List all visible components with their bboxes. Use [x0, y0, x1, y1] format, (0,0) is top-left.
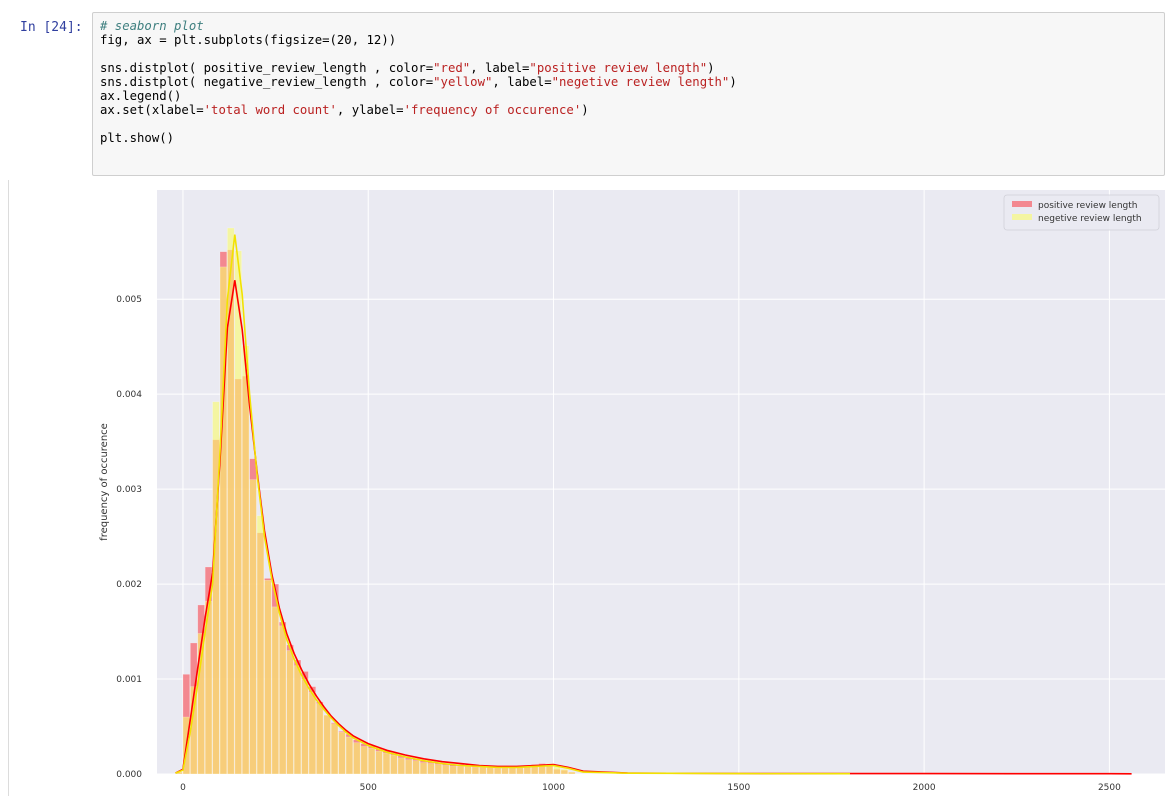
x-tick-label: 0: [180, 783, 186, 793]
code-token: , label=: [470, 61, 529, 75]
y-axis-label: frequency of occurence: [99, 423, 110, 541]
histogram-bar: [487, 767, 494, 774]
y-tick-label: 0.005: [116, 295, 142, 305]
histogram-bar: [561, 769, 568, 774]
x-tick-label: 2000: [913, 783, 936, 793]
histogram-bar: [442, 765, 449, 774]
histogram-bar: [242, 346, 249, 774]
code-line: [100, 117, 737, 131]
x-tick-label: 1500: [727, 783, 750, 793]
y-tick-label: 0.003: [116, 485, 142, 495]
code-token: sns.distplot( negative_review_length , c…: [100, 75, 433, 89]
code-token: ax.legend(): [100, 89, 181, 103]
x-tick-label: 500: [360, 783, 377, 793]
code-token: ): [707, 61, 714, 75]
histogram-bar: [450, 766, 457, 774]
histogram-bar: [472, 767, 479, 774]
histogram-bar: [339, 732, 346, 774]
histogram-bar: [509, 767, 516, 774]
histogram-bar: [235, 251, 242, 774]
code-token: sns.distplot( positive_review_length , c…: [100, 61, 433, 75]
y-tick-label: 0.004: [116, 390, 142, 400]
code-line: ax.set(xlabel='total word count', ylabel…: [100, 103, 737, 117]
legend-label: positive review length: [1038, 201, 1137, 211]
output-area: 0 500 1000 1500 2000 2500 0.000 0.001 0.002 0.003…: [92, 178, 1172, 796]
x-tick-label: 1000: [542, 783, 565, 793]
legend-label: negetive review length: [1038, 214, 1142, 224]
histogram-bar: [264, 580, 271, 774]
histogram-bar: [457, 766, 464, 774]
y-tick-label: 0.000: [116, 770, 142, 780]
histogram-bar: [331, 724, 338, 774]
histogram-bar: [309, 692, 316, 774]
input-prompt: In [24]:: [20, 20, 83, 35]
code-token: "negetive review length": [552, 75, 730, 89]
y-tick-label: 0.001: [116, 675, 142, 685]
histogram-bar: [316, 704, 323, 774]
histogram-bar: [272, 607, 279, 774]
code-token: , ylabel=: [337, 103, 404, 117]
histogram-bar: [213, 402, 220, 774]
histogram-bar: [554, 766, 561, 774]
code-token: "red": [433, 61, 470, 75]
code-line: # seaborn plot: [100, 19, 737, 33]
histogram-bar: [346, 737, 353, 774]
code-input-area[interactable]: # seaborn plotfig, ax = plt.subplots(fig…: [92, 12, 1165, 176]
histogram-bar: [287, 651, 294, 774]
histogram-bar: [494, 768, 501, 774]
histogram-bar: [568, 772, 575, 774]
code-token: ): [729, 75, 736, 89]
output-collapse-bar[interactable]: [8, 180, 9, 796]
code-token: ax.set(xlabel=: [100, 103, 204, 117]
histogram-bar: [294, 666, 301, 774]
histogram-bar: [279, 626, 286, 774]
histogram-bar: [502, 768, 509, 774]
histogram-bar: [383, 753, 390, 774]
histogram-bar: [479, 767, 486, 774]
histogram-bar: [361, 746, 368, 774]
histogram-bar: [302, 679, 309, 774]
histogram-bar: [428, 764, 435, 774]
code-editor[interactable]: # seaborn plotfig, ax = plt.subplots(fig…: [100, 19, 737, 145]
code-line: sns.distplot( negative_review_length , c…: [100, 75, 737, 89]
histogram-bar: [405, 760, 412, 774]
histogram-bar: [353, 743, 360, 774]
code-token: 'total word count': [204, 103, 337, 117]
code-token: 'frequency of occurence': [404, 103, 582, 117]
code-token: "positive review length": [529, 61, 707, 75]
notebook-cell: In [24]: # seaborn plotfig, ax = plt.sub…: [0, 0, 1175, 796]
histogram-bar: [250, 480, 257, 774]
histogram-bar: [516, 767, 523, 774]
code-token: fig, ax = plt.subplots(figsize=(20, 12)): [100, 33, 396, 47]
x-tick-label: 2500: [1098, 783, 1121, 793]
code-token: # seaborn plot: [100, 19, 204, 33]
code-token: , label=: [492, 75, 551, 89]
code-line: sns.distplot( positive_review_length , c…: [100, 61, 737, 75]
histogram-bar: [324, 715, 331, 774]
code-line: plt.show(): [100, 131, 737, 145]
histogram-bar: [420, 763, 427, 774]
legend: positive review length negetive review le…: [1004, 195, 1159, 230]
code-line: [100, 47, 737, 61]
histogram-bar: [257, 516, 264, 774]
code-token: "yellow": [433, 75, 492, 89]
legend-swatch: [1012, 201, 1032, 207]
histogram-bar: [398, 758, 405, 774]
code-token: plt.show(): [100, 131, 174, 145]
y-tick-label: 0.002: [116, 580, 142, 590]
histogram-bar: [435, 765, 442, 774]
code-token: ): [581, 103, 588, 117]
distplot-chart: 0 500 1000 1500 2000 2500 0.000 0.001 0.002 0.003…: [92, 178, 1172, 796]
histogram-bar: [368, 748, 375, 774]
histogram-bar: [465, 766, 472, 774]
histogram-bar: [413, 761, 420, 774]
histogram-bar: [390, 755, 397, 774]
code-line: fig, ax = plt.subplots(figsize=(20, 12)): [100, 33, 737, 47]
code-line: ax.legend(): [100, 89, 737, 103]
histogram-bar: [376, 751, 383, 774]
legend-swatch: [1012, 214, 1032, 220]
